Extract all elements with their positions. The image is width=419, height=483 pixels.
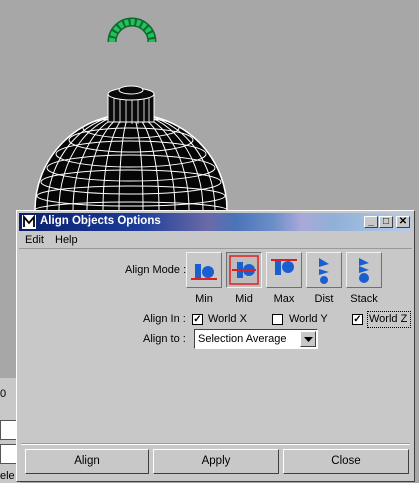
menu-edit[interactable]: Edit: [25, 234, 44, 246]
align-stack-icon: [359, 258, 369, 283]
world-y-label[interactable]: World Y: [289, 313, 328, 325]
minimize-button[interactable]: _: [364, 216, 378, 228]
maximize-button[interactable]: □: [379, 216, 393, 228]
align-mode-dist-label: Dist: [314, 293, 334, 305]
background-text: ele: [0, 470, 15, 482]
align-mid-icon: [229, 255, 259, 285]
align-mode-label: Align Mode :: [125, 264, 187, 276]
align-mode-dist-button[interactable]: [306, 252, 342, 288]
separator: [21, 443, 410, 445]
align-mode-max-label: Max: [273, 293, 295, 305]
apply-button[interactable]: Apply: [153, 449, 279, 474]
align-to-label: Align to :: [143, 333, 186, 345]
align-mode-min-label: Min: [195, 293, 213, 305]
window-title: Align Objects Options: [40, 215, 161, 227]
align-objects-dialog: Align Objects Options _ □ ✕ Edit Help Al…: [16, 210, 415, 482]
close-button[interactable]: Close: [283, 449, 409, 474]
align-mode-mid-label: Mid: [235, 293, 253, 305]
dropdown-arrow-button[interactable]: [300, 331, 316, 347]
world-x-checkbox[interactable]: ✓: [192, 314, 203, 325]
align-to-select[interactable]: Selection Average: [194, 329, 318, 349]
align-max-icon: [271, 259, 297, 275]
align-to-value: Selection Average: [198, 333, 287, 345]
close-window-button[interactable]: ✕: [396, 216, 410, 228]
world-z-checkbox[interactable]: ✓: [352, 314, 363, 325]
align-mode-stack-label: Stack: [350, 293, 378, 305]
align-in-label: Align In :: [143, 313, 186, 325]
align-dist-icon: [319, 258, 329, 284]
align-mode-min-button[interactable]: [186, 252, 222, 288]
align-mode-stack-button[interactable]: [346, 252, 382, 288]
chevron-down-icon: [304, 337, 313, 342]
world-z-label[interactable]: World Z: [369, 313, 407, 325]
align-mode-mid-button[interactable]: [226, 252, 262, 288]
align-button[interactable]: Align: [25, 449, 149, 474]
rotate-manipulator-icon[interactable]: [107, 17, 157, 43]
menu-help[interactable]: Help: [55, 234, 78, 246]
background-value: 0: [0, 388, 7, 400]
maya-logo-icon: [22, 215, 36, 229]
world-y-checkbox[interactable]: [272, 314, 283, 325]
align-mode-max-button[interactable]: [266, 252, 302, 288]
world-x-label[interactable]: World X: [208, 313, 247, 325]
menu-bar: Edit Help: [19, 232, 412, 249]
align-min-icon: [191, 264, 217, 280]
title-bar[interactable]: Align Objects Options _ □ ✕: [19, 213, 412, 231]
